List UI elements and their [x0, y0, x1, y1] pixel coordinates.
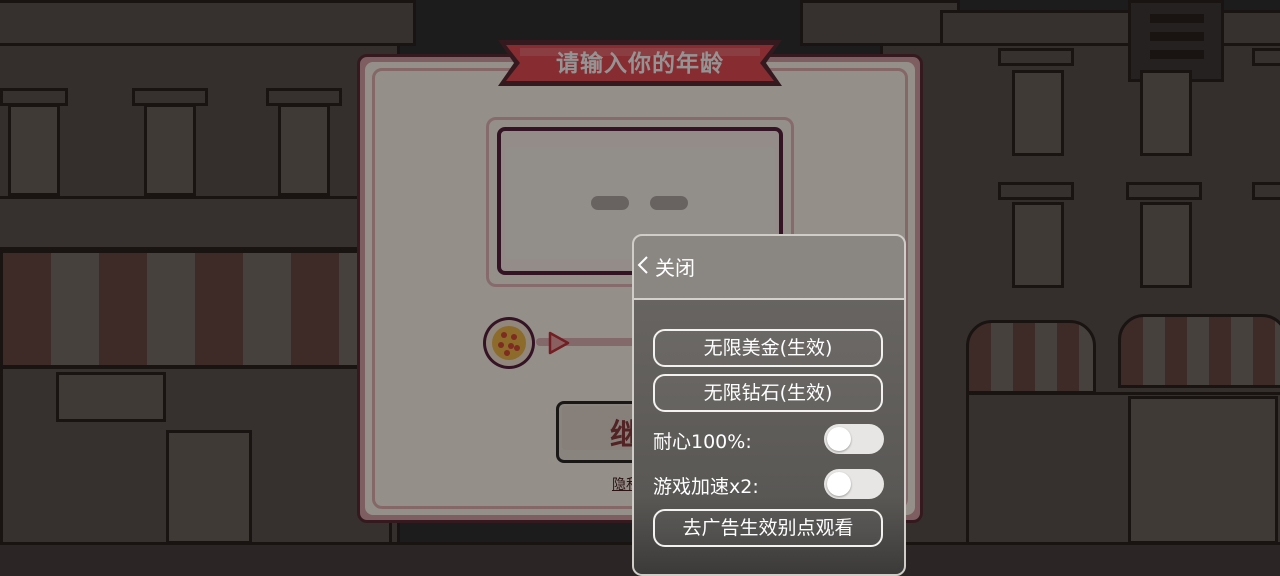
chevron-left-icon — [637, 255, 649, 280]
patience-toggle-label: 耐心100%: — [653, 431, 752, 453]
close-button[interactable]: 关闭 — [637, 252, 695, 281]
toggle-knob — [827, 427, 851, 451]
cheat-menu-divider — [634, 298, 904, 300]
speed-toggle[interactable] — [824, 469, 884, 499]
close-label: 关闭 — [655, 256, 695, 280]
unlimited-money-button[interactable]: 无限美金(生效) — [653, 329, 883, 367]
patience-toggle[interactable] — [824, 424, 884, 454]
remove-ads-button[interactable]: 去广告生效别点观看 — [653, 509, 883, 547]
unlimited-diamonds-button[interactable]: 无限钻石(生效) — [653, 374, 883, 412]
toggle-knob — [827, 472, 851, 496]
speed-toggle-label: 游戏加速x2: — [653, 476, 759, 498]
